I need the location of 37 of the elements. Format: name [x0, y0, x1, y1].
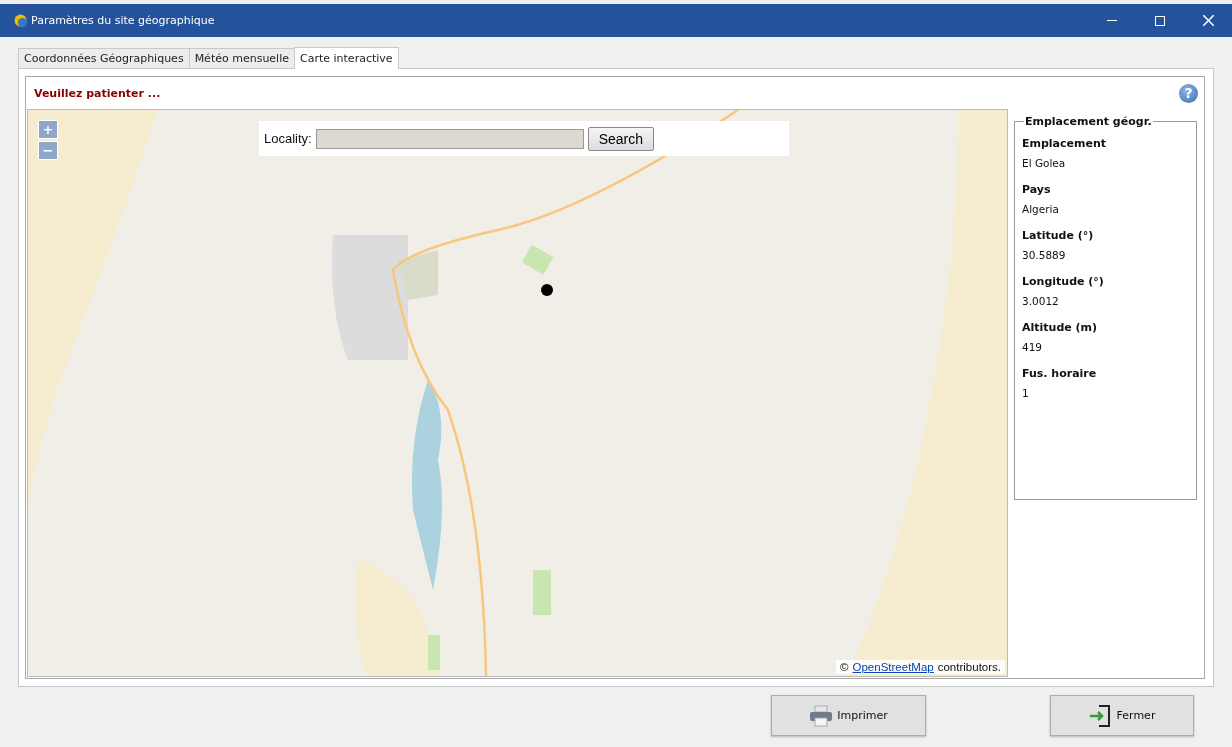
- locality-label: Locality:: [264, 131, 312, 146]
- maximize-icon: [1155, 15, 1165, 26]
- locality-field[interactable]: [315, 128, 584, 149]
- window-title: Paramètres du site géographique: [31, 14, 216, 27]
- exit-icon: [1088, 703, 1113, 728]
- vegetation-patch: [428, 635, 440, 670]
- group-title: Emplacement géogr.: [1024, 115, 1153, 128]
- tab[interactable]: Coordonnées Géographiques: [18, 48, 190, 68]
- map-view[interactable]: + − Locality: Search © OpenStreetMap contributors.: [27, 109, 1008, 677]
- field-label: Altitude (m): [1022, 321, 1099, 334]
- close-icon: [1202, 15, 1214, 26]
- vegetation-patch: [533, 570, 551, 615]
- search-button[interactable]: Search: [587, 126, 655, 151]
- field-value: El Golea: [1022, 157, 1067, 169]
- location-marker: [541, 284, 553, 296]
- printer-icon: [809, 704, 834, 727]
- status-message: Veuillez patienter ...: [34, 86, 161, 100]
- print-button[interactable]: Imprimer: [771, 695, 926, 736]
- field-value: 419: [1022, 341, 1044, 353]
- field-label: Latitude (°): [1022, 229, 1095, 242]
- openstreetmap-link[interactable]: OpenStreetMap: [852, 661, 934, 673]
- minimize-icon: [1107, 20, 1117, 21]
- field-label: Longitude (°): [1022, 275, 1105, 288]
- field-label: Pays: [1022, 183, 1052, 196]
- field-value: 3.0012: [1022, 295, 1060, 307]
- field-value: Algeria: [1022, 203, 1060, 215]
- tab[interactable]: Carte interactive: [294, 47, 399, 69]
- field-label: Fus. horaire: [1022, 367, 1098, 380]
- field-value: 30.5889: [1022, 249, 1067, 261]
- close-dialog-button[interactable]: Fermer: [1050, 695, 1194, 736]
- tab[interactable]: Météo mensuelle: [188, 48, 295, 68]
- field-value: 1: [1022, 387, 1030, 399]
- copyright-sign: ©: [840, 661, 849, 673]
- attribution-text: contributors.: [937, 661, 1001, 673]
- sun-icon: [14, 14, 27, 27]
- field-area: [398, 250, 438, 300]
- field-label: Emplacement: [1022, 137, 1108, 150]
